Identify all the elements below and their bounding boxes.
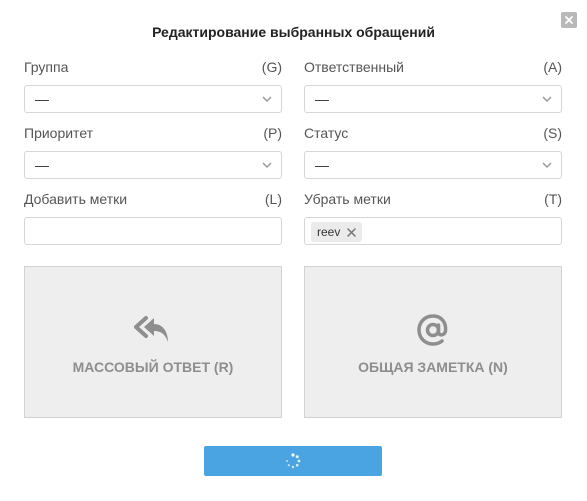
tag-chip: reev (311, 222, 363, 242)
priority-field: Приоритет (P) — (24, 125, 282, 179)
at-sign-icon (415, 313, 451, 347)
assignee-field: Ответственный (A) — (304, 59, 562, 113)
chevron-down-icon (542, 162, 552, 169)
priority-label: Приоритет (24, 125, 94, 141)
group-shortcut: (G) (261, 59, 282, 75)
remove-tags-input[interactable]: reev (304, 217, 562, 245)
status-shortcut: (S) (543, 125, 562, 141)
chevron-down-icon (262, 96, 272, 103)
status-field: Статус (S) — (304, 125, 562, 179)
group-label: Группа (24, 59, 69, 75)
common-note-label: ОБЩАЯ ЗАМЕТКА (N) (358, 359, 508, 375)
mass-reply-label: МАССОВЫЙ ОТВЕТ (R) (72, 359, 234, 375)
priority-shortcut: (P) (263, 125, 282, 141)
tag-chip-label: reev (317, 225, 341, 239)
priority-select-value: — (35, 157, 49, 173)
remove-tags-label: Убрать метки (304, 191, 391, 207)
assignee-select-value: — (315, 91, 329, 107)
group-select-value: — (35, 91, 49, 107)
assignee-shortcut: (A) (543, 59, 562, 75)
spinner-icon (286, 453, 301, 469)
group-select[interactable]: — (24, 85, 282, 113)
add-tags-shortcut: (L) (264, 191, 282, 207)
status-label: Статус (304, 125, 349, 141)
remove-tags-field: Убрать метки (T) reev (304, 191, 562, 245)
add-tags-field: Добавить метки (L) (24, 191, 282, 245)
group-field: Группа (G) — (24, 59, 282, 113)
dialog-title: Редактирование выбранных обращений (152, 24, 435, 40)
close-icon (347, 227, 357, 237)
status-select-value: — (315, 157, 329, 173)
add-tags-label: Добавить метки (24, 191, 128, 207)
assignee-select[interactable]: — (304, 85, 562, 113)
tag-remove-button[interactable] (347, 227, 357, 237)
chevron-down-icon (542, 96, 552, 103)
mass-reply-button[interactable]: МАССОВЫЙ ОТВЕТ (R) (24, 266, 282, 418)
remove-tags-shortcut: (T) (544, 191, 562, 207)
priority-select[interactable]: — (24, 151, 282, 179)
assignee-label: Ответственный (304, 59, 404, 75)
status-select[interactable]: — (304, 151, 562, 179)
common-note-button[interactable]: ОБЩАЯ ЗАМЕТКА (N) (304, 266, 562, 418)
reply-all-icon (133, 313, 173, 347)
chevron-down-icon (262, 162, 272, 169)
submit-button[interactable] (204, 446, 382, 476)
add-tags-input[interactable] (24, 217, 282, 245)
